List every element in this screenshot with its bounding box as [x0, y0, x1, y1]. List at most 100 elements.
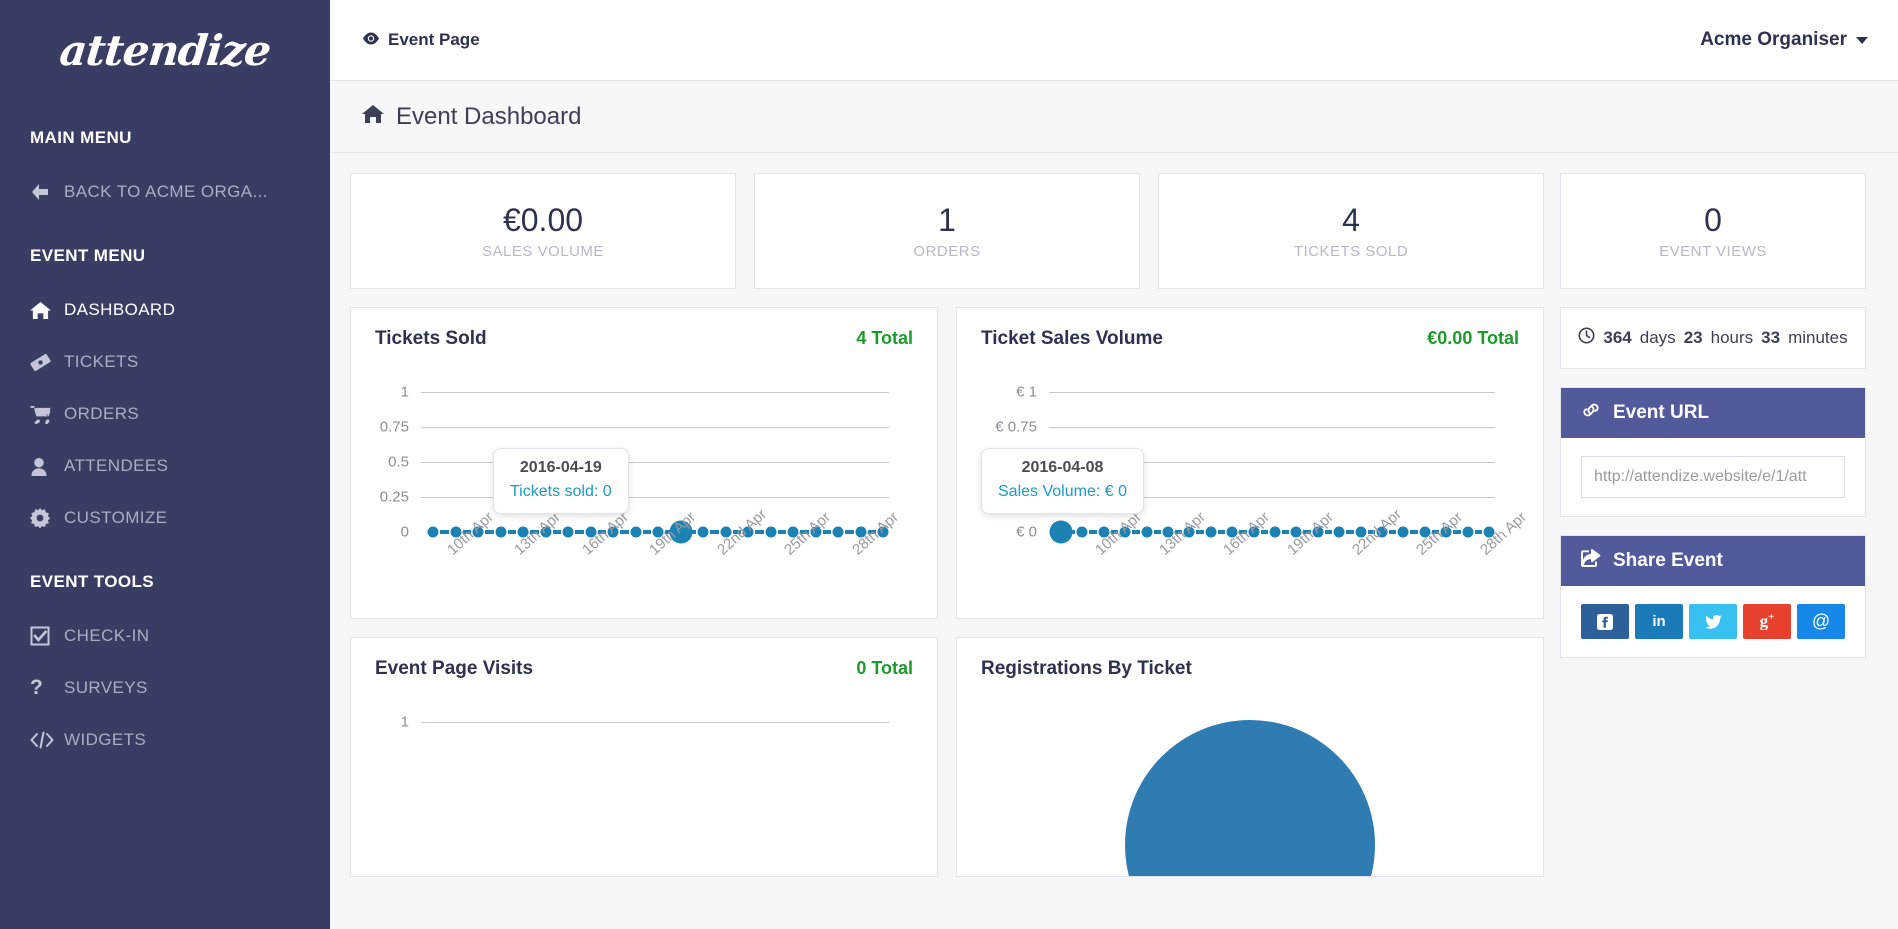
chart-data-point[interactable] — [630, 527, 641, 538]
sidebar-item-attendees[interactable]: ATTENDEES — [0, 440, 330, 492]
sidebar-item-label: ORDERS — [64, 404, 139, 424]
chart-y-tick-label: 0.5 — [351, 454, 409, 471]
event-page-link[interactable]: Event Page — [362, 30, 480, 50]
stat-label: SALES VOLUME — [482, 243, 604, 260]
share-twitter-button[interactable] — [1689, 604, 1737, 639]
chart-series-segment — [845, 530, 854, 534]
stats-row: €0.00 SALES VOLUME 1 ORDERS 4 TICKETS SO… — [350, 173, 1544, 289]
dashboard-right-column: 0 EVENT VIEWS 364 days 23 hours 33 minut… — [1560, 173, 1866, 895]
chart-y-tick-label: 1 — [351, 714, 409, 731]
chevron-down-icon — [1856, 37, 1868, 44]
panel-header: Event Page Visits 0 Total — [351, 638, 937, 680]
clock-icon — [1578, 327, 1595, 349]
chart-series-segment — [643, 530, 652, 534]
charts-row-1: Tickets Sold 4 Total 00.250.50.75110th A… — [350, 307, 1544, 619]
chart-y-tick-label: 0 — [351, 524, 409, 541]
chart-series-segment — [440, 530, 449, 534]
page-title-text: Event Dashboard — [396, 103, 581, 131]
sidebar-item-label: ATTENDEES — [64, 456, 168, 476]
event-url-input[interactable] — [1581, 456, 1845, 498]
share-icon — [1581, 549, 1601, 573]
sidebar-item-back-to-organiser[interactable]: BACK TO ACME ORGA... — [0, 166, 330, 218]
countdown-minutes: 33 — [1761, 328, 1780, 348]
chart-data-point[interactable] — [1077, 527, 1088, 538]
event-url-widget: Event URL — [1560, 387, 1866, 517]
event-url-widget-body — [1561, 438, 1865, 516]
panel-tickets-sold: Tickets Sold 4 Total 00.250.50.75110th A… — [350, 307, 938, 619]
chart-data-point[interactable] — [1205, 527, 1216, 538]
share-email-button[interactable]: @ — [1797, 604, 1845, 639]
chart-data-point[interactable] — [495, 527, 506, 538]
chart-data-point[interactable] — [698, 527, 709, 538]
home-icon — [362, 103, 384, 131]
sidebar-item-label: BACK TO ACME ORGA... — [64, 182, 268, 202]
user-icon — [30, 457, 64, 476]
panel-registrations-by-ticket: Registrations By Ticket — [956, 637, 1544, 877]
chart-data-point[interactable] — [428, 527, 439, 538]
sidebar-item-orders[interactable]: ORDERS — [0, 388, 330, 440]
chart-series-segment — [508, 530, 517, 534]
facebook-icon — [1597, 614, 1613, 630]
chart-ticket-sales-volume[interactable]: € 0€ 0.25€ 0.5€ 0.75€ 110th Apr13th Apr1… — [957, 350, 1543, 618]
sidebar-item-tickets[interactable]: TICKETS — [0, 336, 330, 388]
chart-series-segment — [1154, 530, 1161, 534]
dashboard-content: €0.00 SALES VOLUME 1 ORDERS 4 TICKETS SO… — [330, 153, 1898, 895]
sidebar-item-surveys[interactable]: ? SURVEYS — [0, 662, 330, 714]
chart-data-point[interactable] — [765, 527, 776, 538]
linkedin-icon: in — [1652, 613, 1665, 630]
google-plus-icon: g+ — [1760, 611, 1775, 632]
code-icon — [30, 731, 64, 749]
chart-data-point[interactable] — [1334, 527, 1345, 538]
chart-event-page-visits[interactable]: 1 — [351, 680, 937, 877]
ticket-icon — [30, 353, 64, 372]
chart-gridline — [1049, 392, 1495, 393]
chart-series-segment — [1346, 530, 1353, 534]
sidebar-item-check-in[interactable]: CHECK-IN — [0, 610, 330, 662]
chart-data-point[interactable] — [1050, 521, 1073, 544]
sidebar: attendize MAIN MENU BACK TO ACME ORGA...… — [0, 0, 330, 929]
chart-series-segment — [710, 530, 719, 534]
panel-title: Ticket Sales Volume — [981, 328, 1163, 350]
sidebar-item-widgets[interactable]: WIDGETS — [0, 714, 330, 766]
stat-value: €0.00 — [503, 202, 583, 239]
panel-header: Ticket Sales Volume €0.00 Total — [957, 308, 1543, 350]
chart-data-point[interactable] — [1462, 527, 1473, 538]
cart-icon — [30, 405, 64, 424]
stat-card-orders: 1 ORDERS — [754, 173, 1140, 289]
share-event-widget-title: Share Event — [1613, 550, 1723, 572]
organiser-dropdown[interactable]: Acme Organiser — [1700, 29, 1868, 51]
sidebar-item-customize[interactable]: CUSTOMIZE — [0, 492, 330, 544]
chart-registrations-by-ticket[interactable] — [957, 720, 1543, 877]
panel-event-page-visits: Event Page Visits 0 Total 1 — [350, 637, 938, 877]
chart-data-point[interactable] — [833, 527, 844, 538]
chart-y-tick-label: € 0.75 — [957, 419, 1037, 436]
pie-slice-general-admission — [1125, 720, 1375, 877]
arrow-left-icon — [30, 183, 64, 201]
brand-logo[interactable]: attendize — [0, 0, 330, 100]
organiser-label: Acme Organiser — [1700, 29, 1847, 51]
share-linkedin-button[interactable]: in — [1635, 604, 1683, 639]
at-icon: @ — [1812, 611, 1830, 632]
chart-series-segment — [823, 530, 832, 534]
main-area: Event Page Acme Organiser Event Dashboar… — [330, 0, 1898, 929]
chart-tickets-sold[interactable]: 00.250.50.75110th Apr13th Apr16th Apr19t… — [351, 350, 937, 618]
chart-series-segment — [575, 530, 584, 534]
stat-label: TICKETS SOLD — [1294, 243, 1408, 260]
share-event-widget-header: Share Event — [1561, 536, 1865, 586]
chart-tooltip: 2016-04-19Tickets sold: 0 — [493, 448, 629, 514]
chart-gridline — [421, 722, 889, 723]
panel-title: Event Page Visits — [375, 658, 533, 680]
link-icon — [1581, 402, 1601, 424]
chart-data-point[interactable] — [1141, 527, 1152, 538]
page-title: Event Dashboard — [362, 103, 581, 131]
chart-data-point[interactable] — [1398, 527, 1409, 538]
share-facebook-button[interactable] — [1581, 604, 1629, 639]
sidebar-item-dashboard[interactable]: DASHBOARD — [0, 284, 330, 336]
chart-data-point[interactable] — [563, 527, 574, 538]
panel-total: 4 Total — [856, 328, 913, 349]
checkbox-icon — [30, 626, 64, 646]
share-googleplus-button[interactable]: g+ — [1743, 604, 1791, 639]
sidebar-heading-event-tools: EVENT TOOLS — [0, 572, 330, 592]
chart-data-point[interactable] — [1270, 527, 1281, 538]
panel-ticket-sales-volume: Ticket Sales Volume €0.00 Total € 0€ 0.2… — [956, 307, 1544, 619]
